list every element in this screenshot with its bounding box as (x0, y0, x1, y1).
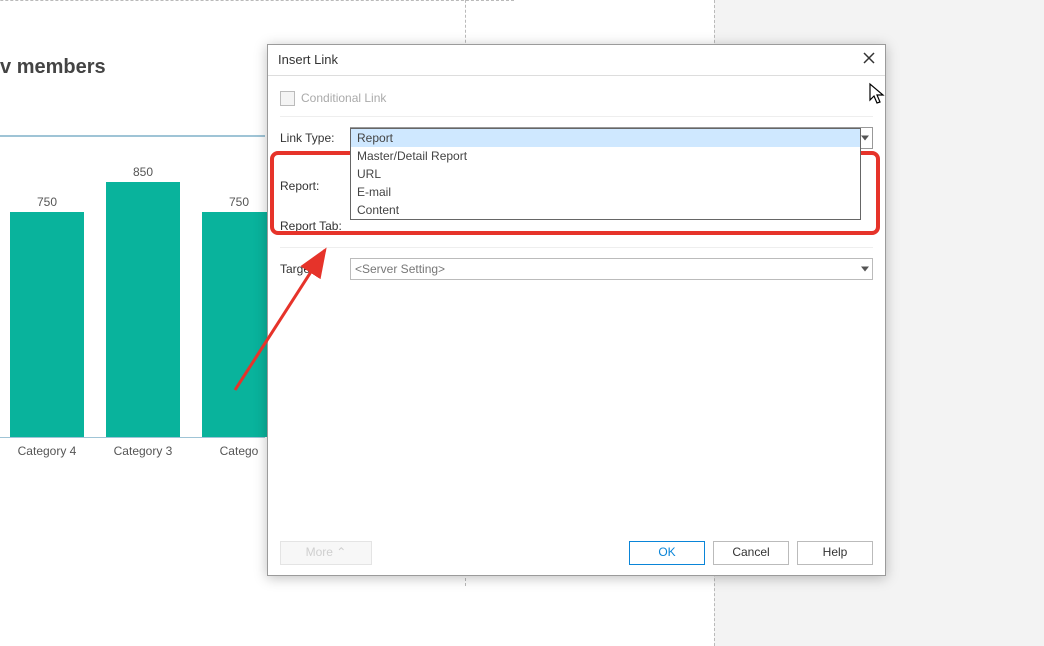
conditional-link-checkbox-row: Conditional Link (280, 86, 873, 110)
dialog-title-text: Insert Link (278, 52, 338, 67)
link-type-option-master-detail[interactable]: Master/Detail Report (351, 147, 860, 165)
chart-value-label: 850 (106, 165, 180, 179)
link-type-option-report[interactable]: Report (351, 129, 860, 147)
cancel-button[interactable]: Cancel (713, 541, 789, 565)
link-type-option-content[interactable]: Content (351, 201, 860, 219)
report-label: Report: (280, 179, 350, 193)
chart-value-label: 750 (202, 195, 276, 209)
chart-category-label: Category 4 (0, 444, 95, 458)
chart-category-label: Category 3 (95, 444, 191, 458)
chart-value-label: 750 (10, 195, 84, 209)
chart-title-text: members (17, 56, 106, 78)
link-type-option-url[interactable]: URL (351, 165, 860, 183)
conditional-link-label: Conditional Link (301, 91, 386, 105)
chart-bar (10, 212, 84, 437)
target-select[interactable]: <Server Setting> (350, 258, 873, 280)
chevron-down-icon (861, 267, 869, 272)
help-button[interactable]: Help (797, 541, 873, 565)
chart-bar (106, 182, 180, 437)
ok-button[interactable]: OK (629, 541, 705, 565)
chart-title: v members (0, 40, 260, 79)
link-type-label: Link Type: (280, 131, 350, 145)
close-icon (863, 52, 875, 64)
chart-title-prefix: v (0, 56, 17, 78)
chevron-down-icon (861, 136, 869, 141)
close-button[interactable] (859, 50, 879, 70)
link-type-option-email[interactable]: E-mail (351, 183, 860, 201)
target-value: <Server Setting> (355, 262, 445, 276)
insert-link-dialog: Insert Link Conditional Link Link Type: … (267, 44, 886, 576)
report-tab-label: Report Tab: (280, 219, 350, 233)
more-button[interactable]: More ⌃ (280, 541, 372, 565)
dialog-titlebar: Insert Link (268, 45, 885, 76)
more-label: More ⌃ (306, 545, 347, 559)
conditional-link-checkbox[interactable] (280, 91, 295, 106)
link-type-dropdown: Report Master/Detail Report URL E-mail C… (350, 128, 861, 220)
background-bar-chart: v members 750 850 750 Category 4 Categor… (0, 40, 265, 440)
chart-bar (202, 212, 276, 437)
target-label: Target: (280, 262, 350, 276)
